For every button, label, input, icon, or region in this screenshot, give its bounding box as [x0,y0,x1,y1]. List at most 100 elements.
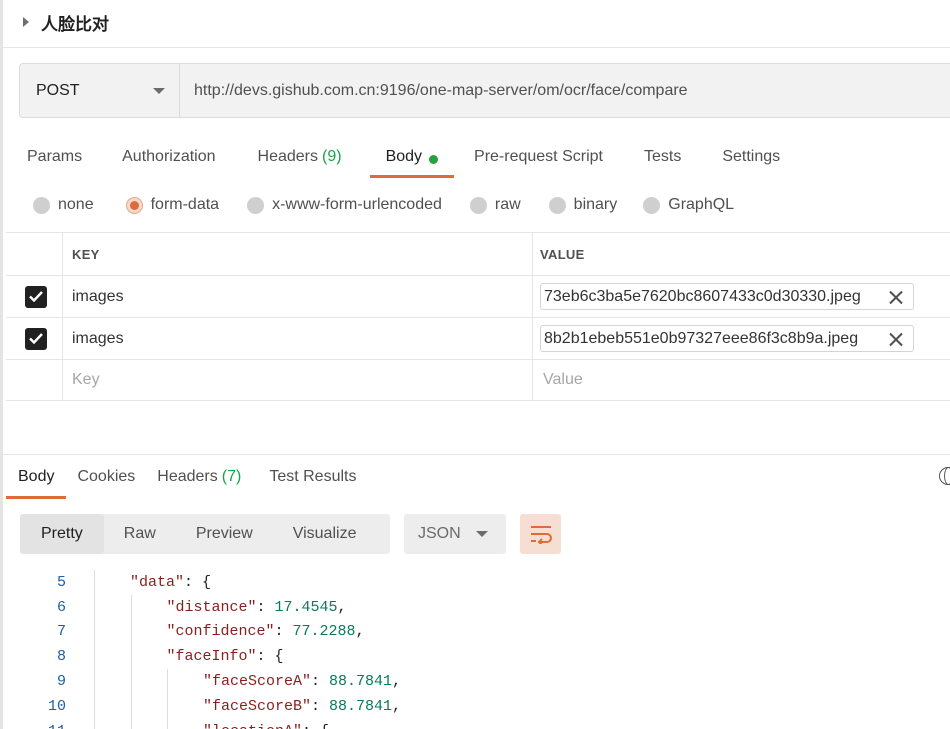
radio-circle[interactable] [247,196,265,214]
wrap-lines-button[interactable] [520,514,561,554]
code-text: "faceScoreB": 88.7841, [203,694,401,719]
key-cell[interactable]: images [63,318,533,359]
globe-icon[interactable] [939,467,950,485]
tab-label: Headers [257,148,318,165]
wrap-lines-icon [530,526,552,544]
column-header-value: VALUE [540,246,585,262]
view-label: Pretty [41,525,83,542]
json-punct: , [392,673,402,691]
value-input[interactable]: Value [533,360,950,400]
close-icon[interactable] [889,332,903,346]
table-header-row: KEY VALUE [6,232,950,275]
tab-response-cookies[interactable]: Cookies [66,462,147,499]
tab-body[interactable]: Body [369,138,455,178]
json-key: "locationA" [203,723,302,729]
column-header-key: KEY [72,246,100,262]
json-punct: : [274,623,293,641]
code-line: 7 "confidence": 77.2288, [20,619,950,645]
indent-guide [130,644,132,670]
radio-raw[interactable]: raw [469,196,521,214]
json-punct: : [184,573,203,591]
radio-x-www-form-urlencoded[interactable]: x-www-form-urlencoded [247,196,442,214]
key-cell[interactable]: images [63,276,533,317]
table-row: images 73eb6c3ba5e7620bc8607433c0d30330.… [6,275,950,317]
url-input[interactable] [180,64,950,117]
json-punct: : [311,697,330,715]
json-punct: : [311,673,330,691]
radio-circle[interactable] [548,196,566,214]
json-number: 77.2288 [292,623,356,641]
json-key: "distance" [166,598,257,616]
radio-label: x-www-form-urlencoded [272,196,442,213]
tab-label: Body [18,468,55,485]
tab-params[interactable]: Params [11,138,98,178]
json-key: "faceScoreB" [203,697,312,715]
view-pretty-button[interactable]: Pretty [20,514,104,554]
tab-response-headers[interactable]: Headers (7) [147,462,253,499]
json-punct: , [355,623,365,641]
tab-headers[interactable]: Headers (9) [242,138,358,178]
code-line: 11 "locationA": { [20,718,950,729]
key-input[interactable]: Key [63,360,533,400]
table-row-empty: Key Value [6,359,950,401]
json-punct: , [392,697,402,715]
line-number: 6 [56,598,66,616]
chevron-down-icon [476,531,488,537]
tab-label: Tests [643,148,682,165]
code-line: 10 "faceScoreB": 88.7841, [20,693,950,719]
view-label: Visualize [292,525,357,542]
view-mode-group: Pretty Raw Preview Visualize [20,514,390,554]
format-select[interactable]: JSON [404,514,506,554]
radio-circle[interactable] [33,196,50,214]
radio-circle[interactable] [469,196,487,214]
file-chip[interactable]: 73eb6c3ba5e7620bc8607433c0d30330.jpeg [540,283,914,310]
close-icon[interactable] [889,290,903,304]
radio-circle[interactable] [643,196,661,214]
radio-graphql[interactable]: GraphQL [643,196,734,214]
radio-form-data[interactable]: form-data [125,196,219,214]
json-punct: : [256,598,275,616]
indent-guide [94,644,95,670]
tab-tests[interactable]: Tests [628,138,697,178]
tab-settings[interactable]: Settings [706,138,796,178]
caret-right-icon[interactable] [23,17,29,27]
file-chip[interactable]: 8b2b1ebeb551e0b97327eee86f3c8b9a.jpeg [540,325,914,352]
indent-guide [167,669,168,694]
code-text: "faceInfo": { [167,644,284,669]
indent-guide [130,718,132,729]
indent-guide [167,718,168,729]
method-select[interactable]: POST [20,64,180,117]
body-type-radios: none form-data x-www-form-urlencoded raw… [33,194,760,216]
json-punct: , [337,598,347,616]
radio-circle[interactable] [125,196,143,214]
json-punct: { [202,573,212,591]
tab-authorization[interactable]: Authorization [106,138,231,178]
check-cell [6,276,63,317]
request-name-header[interactable]: 人脸比对 [23,10,109,34]
method-label: POST [36,81,80,99]
tab-label: Body [385,148,423,165]
tab-response-body[interactable]: Body [6,462,67,499]
tab-pre-request-script[interactable]: Pre-request Script [458,138,619,178]
line-number: 7 [56,623,66,641]
response-body-code[interactable]: 5 "data": {6 "distance": 17.4545, 7 "confide… [20,570,950,729]
row-key: images [72,287,124,305]
row-checkbox[interactable] [25,327,47,350]
tab-test-results[interactable]: Test Results [253,462,368,499]
tab-label: Settings [722,148,781,165]
divider [3,454,950,455]
radio-none[interactable]: none [33,196,94,214]
header-key-cell: KEY [63,233,533,275]
radio-binary[interactable]: binary [548,196,617,214]
tab-label: Authorization [122,148,216,165]
row-checkbox[interactable] [25,285,47,308]
check-cell [6,318,63,359]
indent-guide [130,669,132,694]
line-number: 8 [56,648,66,666]
indent-guide [167,693,168,719]
view-preview-button[interactable]: Preview [176,514,273,554]
code-line: 9 "faceScoreA": 88.7841, [20,669,950,694]
json-key: "confidence" [166,623,275,641]
view-visualize-button[interactable]: Visualize [273,514,377,554]
view-raw-button[interactable]: Raw [104,514,176,554]
